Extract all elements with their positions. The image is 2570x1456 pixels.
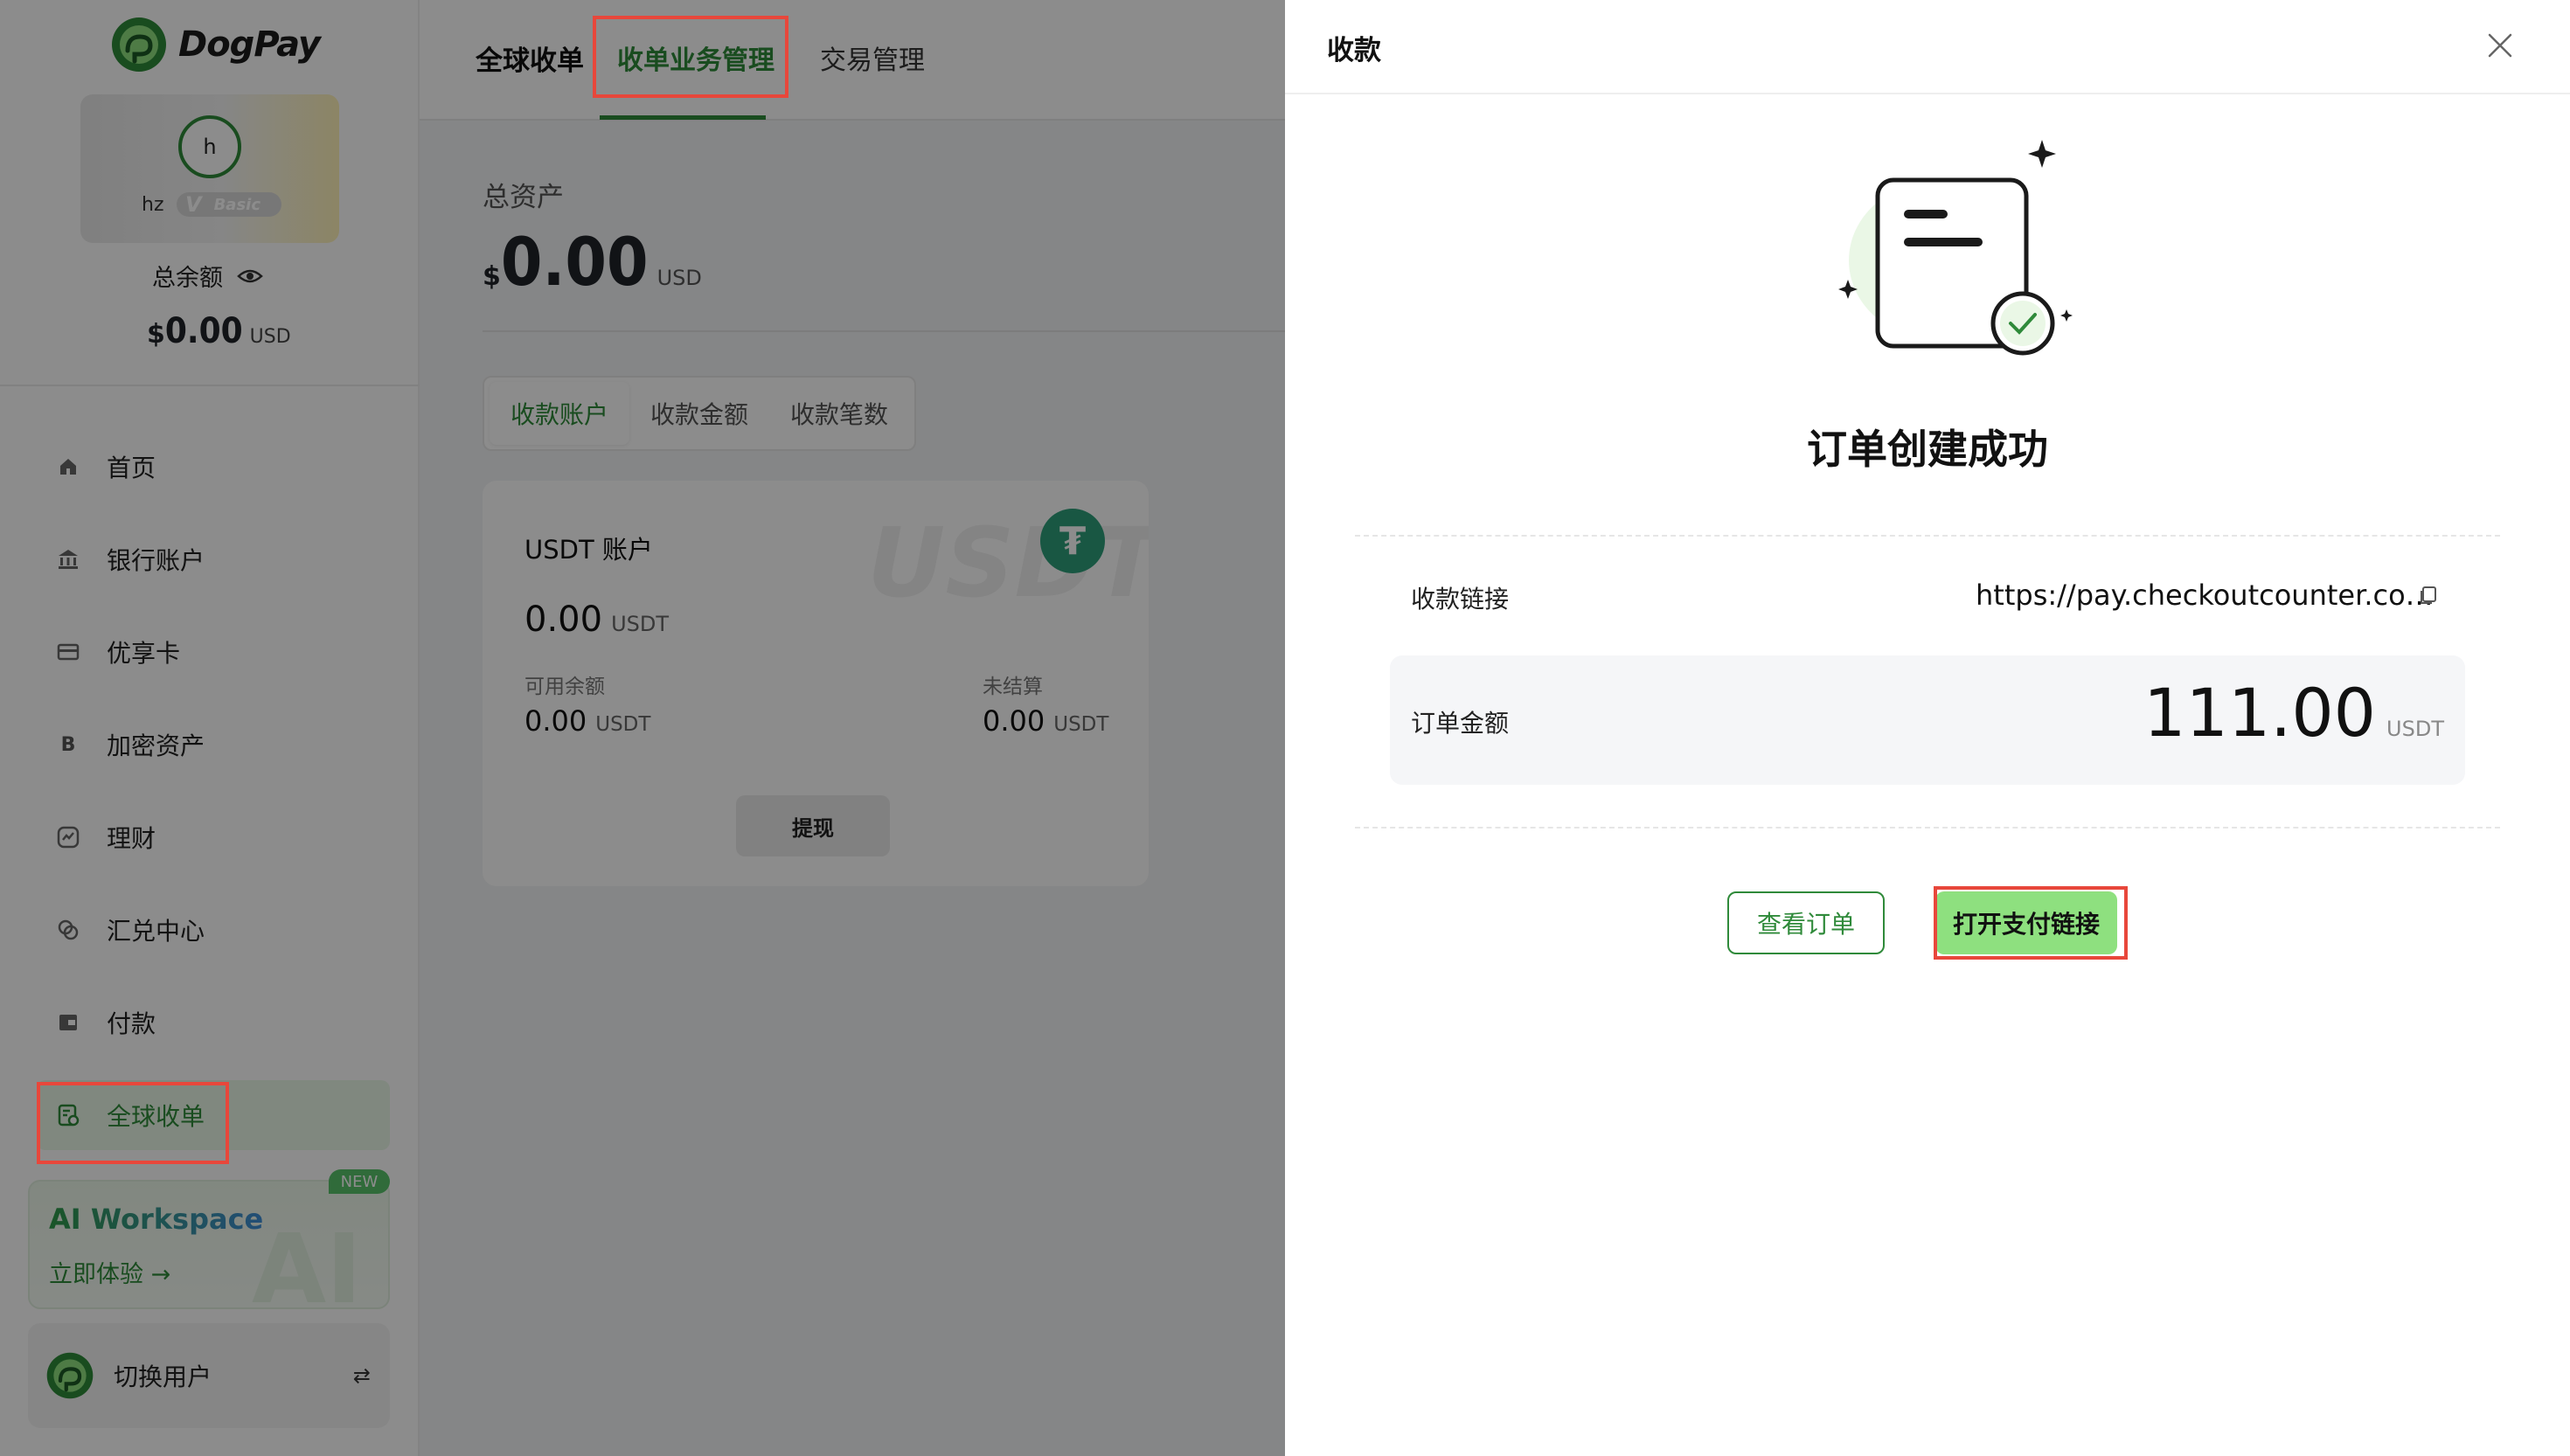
order-amount-box: 订单金额 111.00 USDT	[1390, 655, 2465, 785]
open-payment-link-button[interactable]: 打开支付链接	[1935, 891, 2117, 954]
dashed-divider	[1355, 535, 2500, 537]
order-amount-label: 订单金额	[1411, 709, 1510, 738]
payment-link-label: 收款链接	[1411, 585, 1510, 614]
order-amount-number: 111.00	[2143, 674, 2377, 752]
drawer-header: 收款	[1285, 0, 2570, 94]
close-icon[interactable]	[2486, 31, 2514, 59]
copy-icon[interactable]	[2416, 584, 2441, 608]
success-title: 订单创建成功	[1807, 426, 2048, 473]
payment-link-value[interactable]: https://pay.checkoutcounter.com/	[1976, 579, 2439, 612]
success-document-illustration	[1838, 140, 2073, 356]
order-amount-value: 111.00 USDT	[2143, 680, 2444, 746]
receive-payment-drawer: 收款 订单创建成功 收款链接 https://pay.checkoutcount…	[1285, 0, 2570, 1456]
dashed-divider	[1355, 827, 2500, 829]
view-order-button[interactable]: 查看订单	[1727, 891, 1885, 954]
drawer-title: 收款	[1327, 35, 1381, 66]
modal-overlay[interactable]	[0, 0, 1285, 1456]
order-amount-unit: USDT	[2386, 717, 2444, 741]
